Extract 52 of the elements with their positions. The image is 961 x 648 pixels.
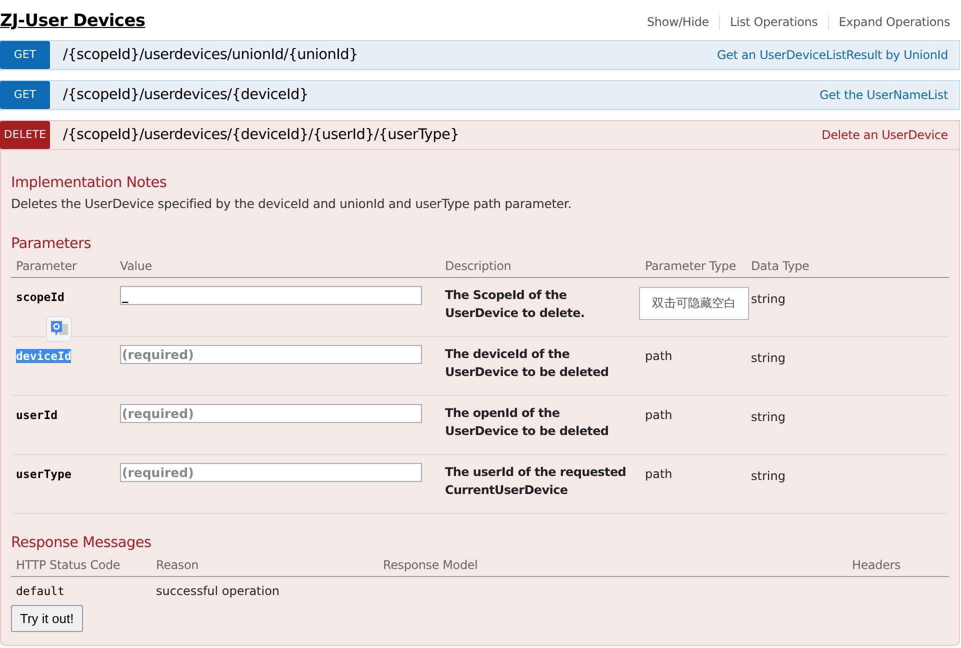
header-link[interactable]: List Operations	[718, 15, 828, 30]
data-type: string	[751, 469, 786, 483]
tooltip: 双击可隐藏空白	[639, 287, 749, 320]
parameter-description: The deviceId of the UserDevice to be deleted	[445, 346, 610, 381]
parameter-type: path	[645, 349, 672, 363]
try-it-out-button[interactable]: Try it out!	[11, 605, 83, 632]
column-header: Reason	[156, 558, 200, 572]
operation-path: /{scopeId}/userdevices/unionId/{unionId}	[63, 47, 359, 63]
operation-path: /{scopeId}/userdevices/{deviceId}/{userId}/{userType}	[63, 127, 460, 143]
parameter-name: scopeId	[16, 290, 64, 304]
column-header: HTTP Status Code	[16, 558, 122, 572]
value-field[interactable]: (required)	[120, 463, 422, 482]
operation-summary: Delete an UserDevice	[822, 128, 949, 142]
operation-path: /{scopeId}/userdevices/{deviceId}	[63, 87, 310, 103]
column-header: Parameter Type	[645, 259, 738, 273]
operation-heading[interactable]: DELETE /{scopeId}/userdevices/{deviceId}/{userId}/{userType} Delete an UserDevice	[0, 120, 960, 150]
method-badge: GET	[0, 41, 50, 69]
column-header: Data Type	[751, 259, 810, 273]
response-reason: successful operation	[156, 584, 281, 598]
resource-title[interactable]: ZJ-User Devices	[0, 10, 146, 34]
section-heading: Response Messages	[11, 534, 152, 552]
column-header: Headers	[852, 558, 902, 572]
notes-text: Deletes the UserDevice specified by the deviceId and unionId and userType path parameter.	[11, 196, 572, 211]
column-header: Description	[445, 259, 512, 273]
header-link[interactable]: Show/Hide	[636, 15, 719, 30]
status-code: default	[16, 584, 66, 598]
value-field[interactable]: (required)	[120, 345, 422, 364]
operation-heading[interactable]: GET /{scopeId}/userdevices/{deviceId} Get the UserNameList	[0, 80, 960, 110]
column-header: Value	[120, 259, 153, 273]
method-badge: DELETE	[0, 121, 50, 149]
header-link[interactable]: Expand Operations	[828, 15, 950, 30]
section-heading: Parameters	[11, 235, 92, 253]
parameter-description: The ScopeId of the UserDevice to delete.	[445, 287, 586, 322]
parameter-description: The userId of the requested CurrentUserDevice	[445, 464, 628, 499]
parameter-description: The openId of the UserDevice to be deleted	[445, 405, 610, 440]
parameter-type: path	[645, 467, 672, 481]
data-type: string	[751, 292, 786, 306]
column-header: Response Model	[383, 558, 479, 572]
data-type: string	[751, 410, 786, 424]
parameter-name: userId	[16, 408, 58, 422]
section-heading: Implementation Notes	[11, 174, 168, 192]
operation-summary: Get the UserNameList	[820, 88, 949, 102]
column-header: Parameter	[16, 259, 78, 273]
operation-heading[interactable]: GET /{scopeId}/userdevices/unionId/{unionId} Get an UserDeviceListResult by UnionId	[0, 40, 960, 70]
parameter-name: userType	[16, 467, 72, 481]
value-field[interactable]: (required)	[120, 404, 422, 423]
operation-summary: Get an UserDeviceListResult by UnionId	[717, 48, 949, 62]
value-field[interactable]: _	[120, 286, 422, 305]
data-type: string	[751, 351, 786, 365]
method-badge: GET	[0, 81, 50, 109]
parameter-name: deviceId	[16, 349, 72, 363]
parameter-type: path	[645, 408, 672, 422]
